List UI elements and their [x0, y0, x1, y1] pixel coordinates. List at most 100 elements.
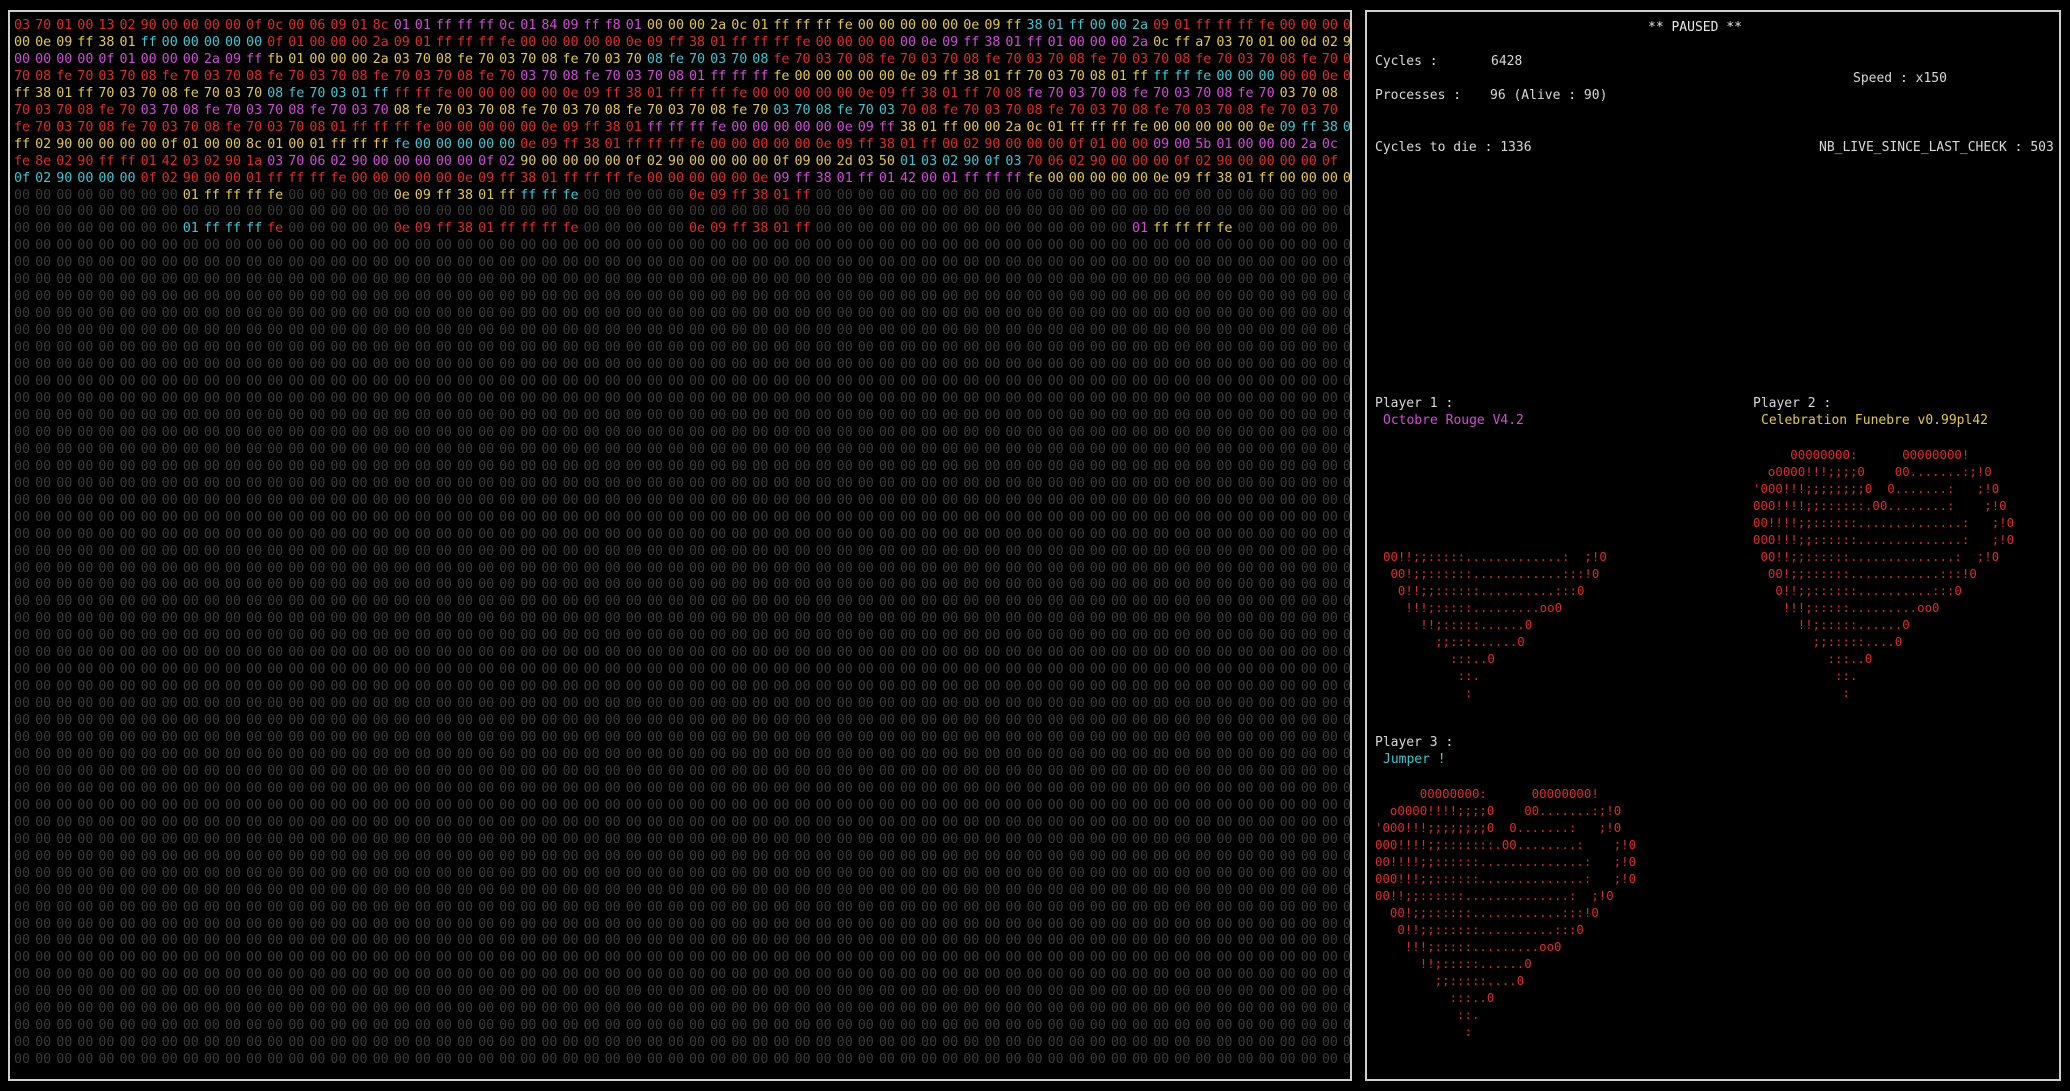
- memory-cell: 00: [752, 1001, 769, 1017]
- memory-cell: 00: [372, 730, 389, 746]
- memory-cell: 00: [1195, 730, 1212, 746]
- memory-row: 00 00 00 00 00 00 00 00 00 00 00 00 00 00 00 00 00 00 00 00…: [14, 204, 1350, 221]
- memory-cell: 00: [161, 306, 178, 322]
- memory-cell: 00: [77, 204, 94, 220]
- memory-cell: 00: [1300, 865, 1317, 881]
- memory-cell: 00: [372, 272, 389, 288]
- memory-cell: 0e: [35, 34, 52, 50]
- memory-cell: 00: [815, 1035, 832, 1051]
- memory-cell: 00: [1047, 526, 1064, 542]
- memory-cell: 00: [583, 357, 600, 373]
- memory-cell: fe: [794, 34, 811, 50]
- memory-cell: 00: [309, 848, 326, 864]
- memory-cell: 00: [330, 696, 347, 712]
- memory-cell: 00: [1300, 407, 1317, 423]
- memory-cell: 00: [98, 797, 115, 813]
- memory-cell: 00: [710, 306, 727, 322]
- memory-cell: 00: [478, 950, 495, 966]
- memory-cell: 00: [456, 85, 474, 101]
- memory-cell: 00: [330, 763, 347, 779]
- memory-cell: 00: [541, 475, 558, 491]
- memory-cell: 00: [56, 628, 73, 644]
- memory-cell: 00: [224, 340, 242, 356]
- memory-cell: 00: [161, 848, 178, 864]
- memory-cell: 00: [1068, 916, 1085, 932]
- memory-cell: 70: [604, 68, 621, 84]
- memory-cell: 00: [1258, 899, 1275, 915]
- memory-cell: 38: [456, 187, 474, 203]
- memory-cell: 00: [1110, 153, 1127, 169]
- memory-cell: 00: [393, 628, 410, 644]
- memory-cell: 00: [857, 18, 874, 33]
- memory-cell: 00: [77, 696, 94, 712]
- memory-cell: 00: [1153, 1035, 1170, 1051]
- memory-cell: 00: [351, 797, 368, 813]
- memory-cell: 00: [351, 221, 368, 237]
- memory-cell: 00: [562, 967, 579, 983]
- memory-cell: 00: [393, 424, 410, 440]
- memory-cell: 00: [1279, 238, 1296, 254]
- memory-cell: 00: [1258, 814, 1275, 830]
- memory-cell: 00: [98, 204, 115, 220]
- memory-cell: 00: [309, 814, 326, 830]
- memory-cell: ff: [562, 170, 579, 186]
- memory-cell: 00: [794, 1018, 811, 1034]
- memory-cell: 00: [288, 797, 305, 813]
- memory-cell: 00: [414, 848, 431, 864]
- memory-cell: 00: [710, 340, 727, 356]
- memory-cell: 00: [14, 289, 31, 305]
- memory-cell: 00: [414, 797, 431, 813]
- memory-cell: 00: [625, 1001, 642, 1017]
- memory-cell: 00: [478, 374, 495, 390]
- memory-cell: 00: [667, 696, 685, 712]
- memory-cell: 00: [1279, 831, 1296, 847]
- memory-cell: 00: [1300, 984, 1317, 1000]
- memory-cell: 00: [140, 763, 157, 779]
- memory-cell: 00: [604, 424, 621, 440]
- memory-cell: 00: [857, 306, 874, 322]
- memory-cell: 01: [182, 187, 199, 203]
- memory-cell: 00: [794, 492, 811, 508]
- memory-cell: 00: [1174, 763, 1191, 779]
- memory-cell: 00: [267, 848, 284, 864]
- memory-cell: 00: [942, 814, 959, 830]
- memory-cell: 00: [731, 933, 748, 949]
- memory-cell: 00: [1321, 797, 1338, 813]
- memory-cell: 00: [161, 814, 178, 830]
- memory-cell: 00: [1342, 543, 1351, 559]
- memory-cell: 00: [562, 865, 579, 881]
- memory-cell: 00: [1216, 526, 1233, 542]
- memory-cell: 00: [203, 475, 220, 491]
- memory-cell: 00: [583, 1035, 600, 1051]
- memory-cell: 00: [878, 679, 895, 695]
- memory-cell: 00: [963, 526, 980, 542]
- memory-cell: 00: [1131, 458, 1149, 474]
- memory-cell: 00: [1047, 475, 1064, 491]
- memory-cell: 00: [963, 594, 980, 610]
- memory-cell: 00: [773, 1001, 790, 1017]
- memory-cell: 00: [1300, 797, 1317, 813]
- memory-cell: 00: [731, 238, 748, 254]
- memory-cell: 00: [1174, 899, 1191, 915]
- memory-cell: 00: [878, 628, 895, 644]
- memory-cell: 00: [773, 594, 790, 610]
- memory-cell: 00: [56, 577, 73, 593]
- memory-cell: 00: [1279, 509, 1296, 525]
- memory-cell: 00: [1131, 865, 1149, 881]
- memory-cell: 00: [1321, 272, 1338, 288]
- memory-cell: 00: [414, 814, 431, 830]
- memory-cell: 00: [182, 848, 199, 864]
- memory-cell: 00: [372, 441, 389, 457]
- memory-cell: 00: [604, 628, 621, 644]
- memory-cell: 03: [1237, 51, 1254, 67]
- memory-cell: ff: [794, 187, 811, 203]
- memory-cell: 00: [1300, 611, 1317, 627]
- memory-cell: 00: [499, 662, 516, 678]
- memory-cell: 00: [224, 882, 242, 898]
- memory-cell: 00: [667, 424, 685, 440]
- memory-cell: 00: [140, 136, 157, 152]
- memory-cell: 00: [499, 560, 516, 576]
- memory-cell: 00: [1068, 441, 1085, 457]
- memory-cell: 00: [499, 594, 516, 610]
- memory-cell: 70: [689, 51, 706, 67]
